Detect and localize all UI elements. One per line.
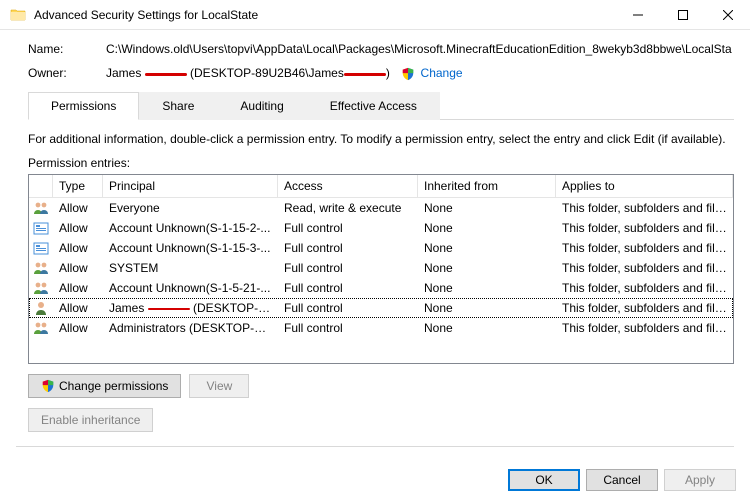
titlebar: Advanced Security Settings for LocalStat… [0,0,750,30]
close-button[interactable] [705,0,750,30]
cell-principal: Account Unknown(S-1-5-21-... [103,279,278,297]
owner-label: Owner: [28,66,106,80]
folder-icon [10,7,26,23]
principal-icon [29,278,53,298]
cell-access: Full control [278,239,418,257]
maximize-button[interactable] [660,0,705,30]
cell-inherited: None [418,199,556,217]
cell-access: Full control [278,279,418,297]
cancel-button[interactable]: Cancel [586,469,658,491]
principal-icon [29,218,53,238]
separator [16,446,734,447]
cell-inherited: None [418,239,556,257]
header-type[interactable]: Type [53,175,103,197]
cell-access: Full control [278,219,418,237]
cell-applies: This folder, subfolders and files [556,239,733,257]
cell-access: Full control [278,299,418,317]
cell-type: Allow [53,199,103,217]
cell-applies: This folder, subfolders and files [556,299,733,317]
cell-inherited: None [418,299,556,317]
apply-button: Apply [664,469,736,491]
change-owner-link[interactable]: Change [421,66,463,80]
header-principal[interactable]: Principal [103,175,278,197]
tab-effective-access[interactable]: Effective Access [307,92,440,120]
table-row[interactable]: AllowAccount Unknown(S-1-15-2-...Full co… [29,218,733,238]
shield-icon [401,67,415,81]
cell-type: Allow [53,239,103,257]
minimize-button[interactable] [615,0,660,30]
entries-label: Permission entries: [28,156,734,170]
cell-principal: Everyone [103,199,278,217]
cell-inherited: None [418,319,556,337]
principal-icon [29,318,53,338]
cell-access: Full control [278,319,418,337]
principal-icon [29,198,53,218]
name-value: C:\Windows.old\Users\topvi\AppData\Local… [106,42,734,56]
tabs: Permissions Share Auditing Effective Acc… [28,91,734,120]
cell-principal: James (DESKTOP-89U... [103,299,278,317]
tab-permissions[interactable]: Permissions [28,92,139,120]
tab-auditing[interactable]: Auditing [217,92,306,120]
info-text: For additional information, double-click… [28,132,734,146]
cell-access: Full control [278,259,418,277]
table-row[interactable]: AllowEveryoneRead, write & executeNoneTh… [29,198,733,218]
window-title: Advanced Security Settings for LocalStat… [34,8,615,22]
enable-inheritance-button: Enable inheritance [28,408,153,432]
table-row[interactable]: AllowAccount Unknown(S-1-15-3-...Full co… [29,238,733,258]
principal-icon [29,238,53,258]
cell-type: Allow [53,219,103,237]
table-row[interactable]: AllowAccount Unknown(S-1-5-21-...Full co… [29,278,733,298]
grid-header: Type Principal Access Inherited from App… [29,175,733,198]
permission-grid[interactable]: Type Principal Access Inherited from App… [28,174,734,364]
redaction [344,69,386,79]
cell-type: Allow [53,259,103,277]
shield-icon [41,379,55,393]
redaction [145,69,187,79]
ok-button[interactable]: OK [508,469,580,491]
cell-inherited: None [418,219,556,237]
cell-inherited: None [418,279,556,297]
cell-principal: Administrators (DESKTOP-89U... [103,319,278,337]
cell-applies: This folder, subfolders and files [556,259,733,277]
principal-icon [29,258,53,278]
view-button: View [189,374,249,398]
header-inherited[interactable]: Inherited from [418,175,556,197]
header-access[interactable]: Access [278,175,418,197]
cell-principal: Account Unknown(S-1-15-3-... [103,239,278,257]
principal-icon [29,298,53,318]
cell-type: Allow [53,319,103,337]
cell-type: Allow [53,299,103,317]
table-row[interactable]: AllowAdministrators (DESKTOP-89U...Full … [29,318,733,338]
cell-inherited: None [418,259,556,277]
table-row[interactable]: AllowJames (DESKTOP-89U...Full controlNo… [29,298,733,318]
cell-principal: Account Unknown(S-1-15-2-... [103,219,278,237]
header-applies[interactable]: Applies to [556,175,733,197]
change-permissions-button[interactable]: Change permissions [28,374,181,398]
dialog-footer: OK Cancel Apply [508,469,736,491]
cell-applies: This folder, subfolders and files [556,319,733,337]
cell-applies: This folder, subfolders and files [556,219,733,237]
table-row[interactable]: AllowSYSTEMFull controlNoneThis folder, … [29,258,733,278]
tab-share[interactable]: Share [139,92,217,120]
cell-applies: This folder, subfolders and files [556,199,733,217]
cell-applies: This folder, subfolders and files [556,279,733,297]
name-label: Name: [28,42,106,56]
cell-principal: SYSTEM [103,259,278,277]
cell-type: Allow [53,279,103,297]
owner-value: James (DESKTOP-89U2B46\James) Change [106,66,734,81]
cell-access: Read, write & execute [278,199,418,217]
